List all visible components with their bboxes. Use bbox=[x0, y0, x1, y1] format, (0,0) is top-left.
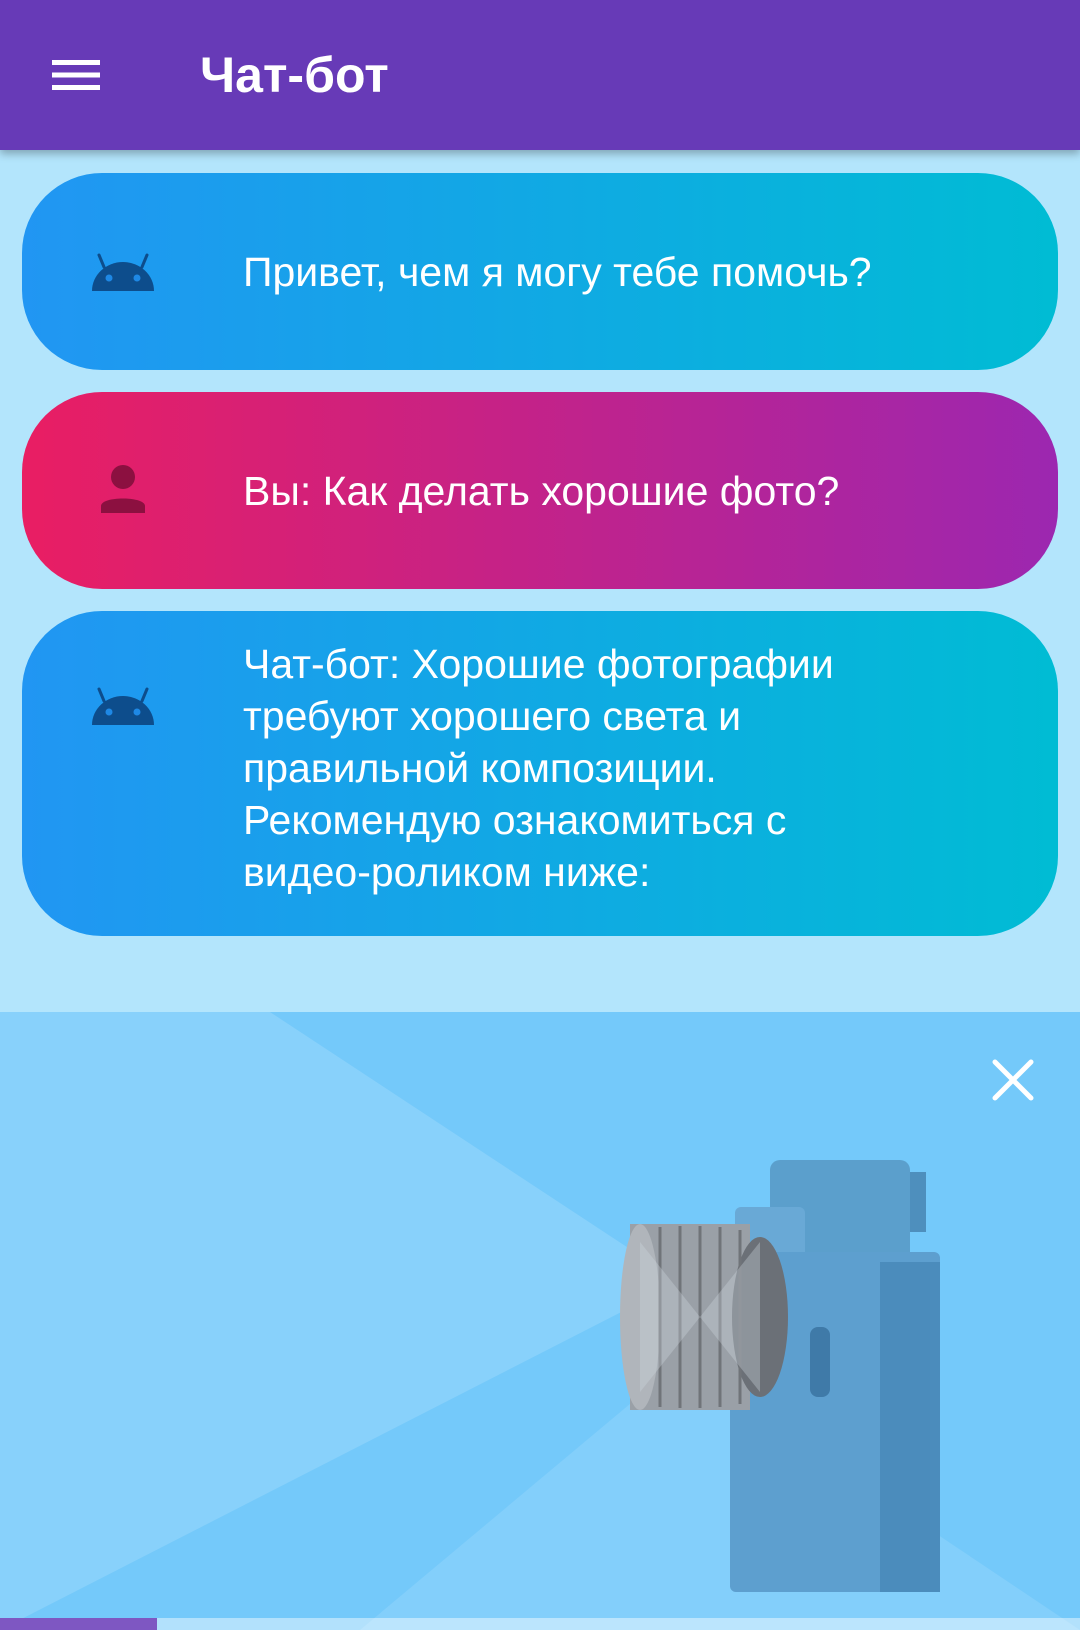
message-text-line: требуют хорошего света и bbox=[243, 693, 742, 739]
message-text-line: Чат-бот: Хорошие фотографии bbox=[243, 641, 834, 687]
app-title: Чат-бот bbox=[200, 47, 389, 103]
message-text-line: Рекомендую ознакомиться с bbox=[243, 797, 787, 843]
message-text-line: видео-роликом ниже: bbox=[243, 849, 651, 895]
close-video-button[interactable] bbox=[990, 1057, 1036, 1103]
bot-message-bubble: Привет, чем я могу тебе помочь? bbox=[22, 173, 1058, 370]
video-progress-bar[interactable] bbox=[0, 1618, 1080, 1630]
android-icon bbox=[90, 253, 156, 293]
close-icon bbox=[992, 1059, 1034, 1101]
android-icon bbox=[90, 687, 156, 727]
hamburger-menu-icon bbox=[52, 60, 100, 90]
message-text-line: правильной композиции. bbox=[243, 745, 717, 791]
video-player[interactable] bbox=[0, 1012, 1080, 1630]
video-progress-fill bbox=[0, 1618, 157, 1630]
person-icon bbox=[90, 465, 156, 513]
chat-message-list[interactable]: Привет, чем я могу тебе помочь? Вы: Как … bbox=[22, 173, 1058, 958]
menu-button[interactable] bbox=[44, 44, 108, 106]
message-text: Чат-бот: Хорошие фотографии требуют хоро… bbox=[243, 611, 1018, 898]
message-text: Привет, чем я могу тебе помочь? bbox=[243, 249, 872, 295]
app-bar: Чат-бот bbox=[0, 0, 1080, 150]
message-text: Вы: Как делать хорошие фото? bbox=[243, 468, 840, 514]
video-frame bbox=[0, 1012, 1080, 1630]
bot-message-bubble: Чат-бот: Хорошие фотографии требуют хоро… bbox=[22, 611, 1058, 936]
user-message-bubble: Вы: Как делать хорошие фото? bbox=[22, 392, 1058, 589]
